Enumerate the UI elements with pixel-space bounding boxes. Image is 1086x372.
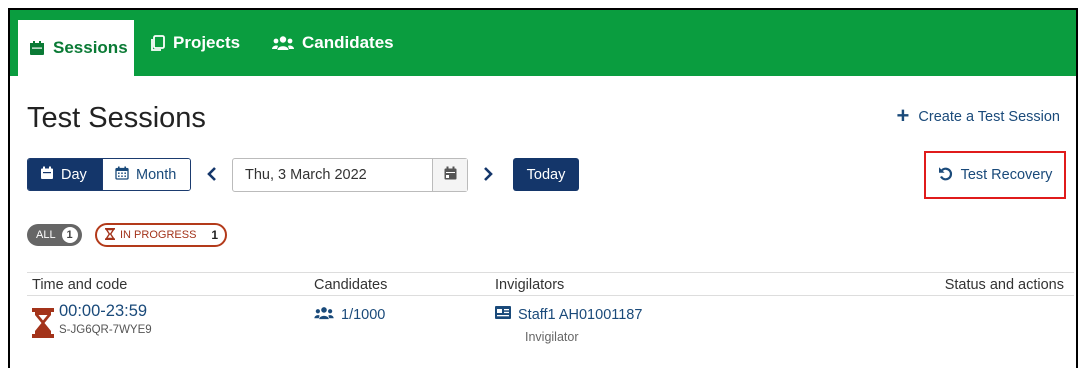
hourglass-icon	[105, 227, 115, 243]
view-mode-toggle: Day Month	[27, 158, 191, 191]
column-header-time[interactable]: Time and code	[32, 277, 127, 293]
session-code: S-JG6QR-7WYE9	[59, 324, 152, 336]
table-row: 00:00-23:59 S-JG6QR-7WYE9 1/1000 Staff1 …	[27, 300, 1074, 360]
plus-icon: +	[896, 103, 910, 128]
candidates-count: 1/1000	[341, 307, 386, 323]
candidates-link[interactable]: 1/1000	[314, 306, 385, 324]
top-nav: Sessions Projects Candidates	[10, 10, 1076, 76]
session-time-link[interactable]: 00:00-23:59	[59, 302, 147, 321]
invigilator-link[interactable]: Staff1 AH01001187	[495, 306, 642, 323]
tab-candidates[interactable]: Candidates	[272, 10, 394, 76]
tab-sessions[interactable]: Sessions	[18, 20, 134, 76]
page-title: Test Sessions	[27, 102, 206, 134]
column-header-invigilators[interactable]: Invigilators	[495, 277, 564, 293]
filter-in-progress-label: IN PROGRESS	[120, 229, 197, 241]
tab-candidates-label: Candidates	[302, 33, 394, 52]
chevron-right-icon	[483, 164, 493, 187]
hourglass-icon	[32, 308, 54, 343]
column-header-status: Status and actions	[944, 277, 1064, 293]
calendar-picker-icon	[444, 166, 457, 185]
day-view-button[interactable]: Day	[28, 159, 102, 190]
filter-all-label: ALL	[36, 229, 56, 241]
undo-icon	[938, 166, 953, 185]
month-view-button[interactable]: Month	[102, 159, 190, 190]
id-card-icon	[495, 306, 511, 323]
invigilator-role: Invigilator	[525, 330, 579, 344]
filter-in-progress-badge[interactable]: IN PROGRESS 1	[95, 223, 227, 247]
create-session-link[interactable]: + Create a Test Session	[896, 103, 1060, 128]
day-view-label: Day	[61, 166, 87, 183]
filter-all-badge[interactable]: ALL 1	[27, 224, 82, 246]
tab-projects[interactable]: Projects	[150, 10, 240, 76]
create-session-label: Create a Test Session	[918, 109, 1060, 125]
today-button[interactable]: Today	[513, 158, 579, 191]
table-header: Time and code Candidates Invigilators St…	[27, 272, 1074, 296]
app-frame: Sessions Projects Candidates Test Sessio…	[8, 8, 1078, 368]
invigilator-name: Staff1 AH01001187	[518, 306, 643, 323]
date-picker-button[interactable]	[432, 159, 467, 191]
month-view-label: Month	[136, 166, 177, 183]
date-input[interactable]	[233, 159, 432, 191]
column-header-candidates[interactable]: Candidates	[314, 277, 387, 293]
test-recovery-label: Test Recovery	[960, 167, 1053, 183]
chevron-left-icon	[207, 164, 217, 187]
test-recovery-button[interactable]: Test Recovery	[924, 151, 1066, 199]
next-date-button[interactable]	[478, 162, 498, 188]
users-icon	[314, 306, 334, 324]
users-icon	[272, 35, 294, 51]
calendar-day-icon	[40, 166, 54, 184]
copy-icon	[150, 34, 165, 52]
date-picker	[232, 158, 468, 192]
filter-in-progress-count: 1	[211, 228, 219, 242]
calendar-icon	[29, 40, 45, 56]
calendar-month-icon	[115, 166, 129, 184]
tab-projects-label: Projects	[173, 33, 241, 52]
filter-all-count: 1	[61, 227, 78, 243]
tab-sessions-label: Sessions	[53, 38, 128, 57]
previous-date-button[interactable]	[202, 162, 222, 188]
